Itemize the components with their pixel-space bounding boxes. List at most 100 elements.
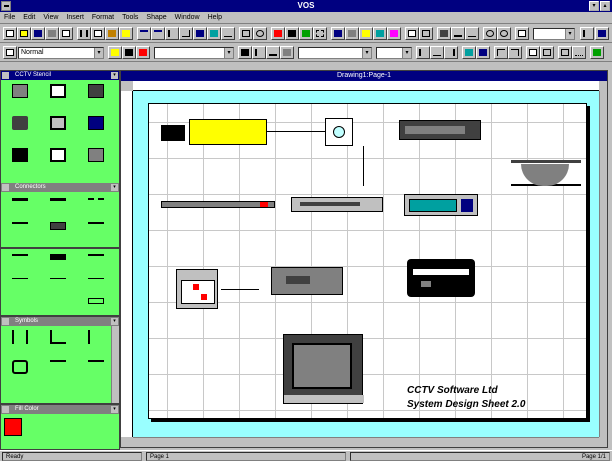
camera-housing-device[interactable]	[189, 119, 267, 145]
help-icon[interactable]	[515, 27, 529, 40]
vcr-device[interactable]	[271, 267, 343, 295]
zoom-in-icon[interactable]	[483, 27, 497, 40]
snap-icon[interactable]	[405, 27, 419, 40]
pointer-tool-icon[interactable]	[165, 27, 179, 40]
stencil-shape[interactable]	[79, 327, 115, 355]
control-panel-device[interactable]	[176, 269, 218, 309]
stencil-shape[interactable]	[41, 275, 77, 297]
line-weight-combo[interactable]: ▾	[376, 47, 412, 59]
bold-icon[interactable]	[238, 46, 252, 59]
connector-tool-icon[interactable]	[179, 27, 193, 40]
cut-icon[interactable]	[77, 27, 91, 40]
underline-icon[interactable]	[266, 46, 280, 59]
preview-icon[interactable]	[59, 27, 73, 40]
what-is-icon[interactable]	[595, 27, 609, 40]
print-icon[interactable]	[45, 27, 59, 40]
send-back-icon[interactable]	[345, 27, 359, 40]
stencil-shape[interactable]	[79, 251, 115, 273]
stencil-fill-header[interactable]: Fill Color ▾	[1, 405, 119, 414]
line-color-icon[interactable]	[122, 46, 136, 59]
undo-icon[interactable]	[137, 27, 151, 40]
indent-icon[interactable]	[494, 46, 508, 59]
minimize-button[interactable]: ▾	[589, 1, 599, 11]
align-icon[interactable]	[373, 27, 387, 40]
stamp-tool-icon[interactable]	[271, 27, 285, 40]
stencil-scroll-icon[interactable]: ▾	[111, 72, 118, 79]
spacing-icon[interactable]	[540, 46, 554, 59]
pencil-tool-icon[interactable]	[207, 27, 221, 40]
stencil-shape[interactable]	[41, 113, 77, 141]
monitor-device[interactable]	[283, 334, 364, 404]
stencil-shape[interactable]	[79, 219, 115, 243]
tab-left-icon[interactable]	[462, 46, 476, 59]
tab-right-icon[interactable]	[476, 46, 490, 59]
style-combo[interactable]: Normal ▾	[18, 47, 104, 59]
stencil-shape[interactable]	[79, 145, 115, 173]
stencil-shape[interactable]	[79, 295, 115, 315]
size-combo[interactable]: ▾	[298, 47, 372, 59]
redo-icon[interactable]	[151, 27, 165, 40]
drawing-page[interactable]: CCTV Software Ltd System Design Sheet 2.…	[148, 103, 587, 419]
bullet-icon[interactable]	[526, 46, 540, 59]
video-recorder-device[interactable]	[407, 259, 475, 297]
menu-help[interactable]: Help	[204, 12, 226, 21]
stencil-scroll-icon[interactable]: ▾	[111, 184, 118, 191]
stencil-scroll-icon[interactable]: ▾	[111, 318, 118, 325]
stencil-shape[interactable]	[41, 327, 77, 355]
stencil-shape[interactable]	[3, 275, 39, 297]
red-fill-swatch[interactable]	[4, 418, 22, 436]
stencil-shape[interactable]	[3, 145, 39, 173]
horizontal-scrollbar[interactable]	[133, 437, 599, 447]
stencil-shape[interactable]	[79, 275, 115, 297]
grid-icon[interactable]	[558, 46, 572, 59]
stencil-shape[interactable]	[41, 251, 77, 273]
stencil-shape[interactable]	[79, 113, 115, 141]
zoom-combo[interactable]: ▾	[533, 28, 575, 40]
stencil-shape[interactable]	[3, 219, 39, 243]
new-icon[interactable]	[3, 27, 17, 40]
multiplexer-device[interactable]	[291, 197, 383, 212]
flip-icon[interactable]	[359, 27, 373, 40]
stencil-shape[interactable]	[41, 357, 77, 385]
page-icon[interactable]	[590, 46, 604, 59]
drawing-canvas[interactable]: CCTV Software Ltd System Design Sheet 2.…	[133, 91, 599, 437]
stencil-shape[interactable]	[3, 81, 39, 109]
distribute-icon[interactable]	[387, 27, 401, 40]
stencil-shape[interactable]	[79, 357, 115, 385]
stencil-symbols-header[interactable]: Symbols ▾	[1, 317, 119, 326]
paste-icon[interactable]	[105, 27, 119, 40]
line-end-icon[interactable]	[465, 27, 479, 40]
rectangle-tool-icon[interactable]	[239, 27, 253, 40]
menu-shape[interactable]: Shape	[142, 12, 170, 21]
menu-edit[interactable]: Edit	[19, 12, 39, 21]
junction-box-device[interactable]	[325, 118, 353, 146]
menu-file[interactable]: File	[0, 12, 19, 21]
stencil-scrollbar[interactable]	[111, 326, 119, 403]
stencil-shape[interactable]	[3, 195, 39, 219]
stencil-shape[interactable]	[3, 357, 39, 385]
stencil-close-icon[interactable]	[2, 72, 9, 79]
context-help-icon[interactable]	[580, 27, 594, 40]
stencil-cctv-header[interactable]: CCTV Stencil ▾	[1, 71, 119, 80]
stencil-close-icon[interactable]	[2, 184, 9, 191]
outdent-icon[interactable]	[508, 46, 522, 59]
group-icon[interactable]	[313, 27, 327, 40]
monitor-rack-device[interactable]	[161, 201, 275, 208]
menu-view[interactable]: View	[39, 12, 62, 21]
stencil-shape[interactable]	[3, 113, 39, 141]
stencil-shape[interactable]	[41, 195, 77, 219]
bring-front-icon[interactable]	[331, 27, 345, 40]
style-icon[interactable]	[3, 46, 17, 59]
format-painter-icon[interactable]	[119, 27, 133, 40]
font-combo[interactable]: ▾	[154, 47, 234, 59]
italic-icon[interactable]	[252, 46, 266, 59]
line-style-icon[interactable]	[451, 27, 465, 40]
zoom-out-icon[interactable]	[497, 27, 511, 40]
stencil-connectors-header[interactable]: Connectors ▾	[1, 183, 119, 192]
stencil-close-icon[interactable]	[2, 318, 9, 325]
maximize-button[interactable]: ▴	[600, 1, 610, 11]
stencil-shape[interactable]	[41, 145, 77, 173]
stencil-shape[interactable]	[79, 195, 115, 219]
stencil-shape[interactable]	[79, 81, 115, 109]
align-left-icon[interactable]	[416, 46, 430, 59]
